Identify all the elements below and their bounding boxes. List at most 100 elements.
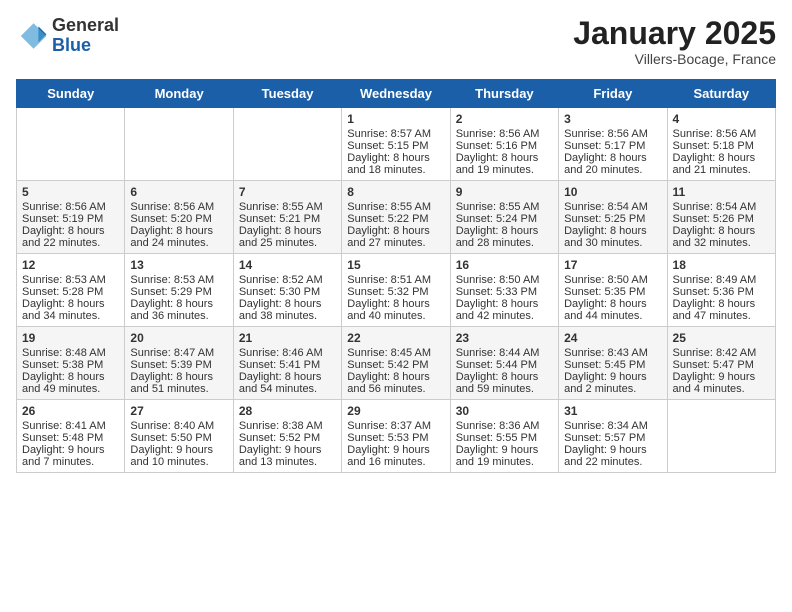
calendar-cell: 9Sunrise: 8:55 AMSunset: 5:24 PMDaylight… <box>450 181 558 254</box>
sunrise-text: Sunrise: 8:56 AM <box>673 128 757 140</box>
sunset-text: Sunset: 5:26 PM <box>673 213 754 225</box>
day-number: 20 <box>130 331 227 345</box>
calendar-cell: 18Sunrise: 8:49 AMSunset: 5:36 PMDayligh… <box>667 254 775 327</box>
sunset-text: Sunset: 5:41 PM <box>239 359 320 371</box>
sunrise-text: Sunrise: 8:56 AM <box>22 201 106 213</box>
sunset-text: Sunset: 5:18 PM <box>673 140 754 152</box>
calendar-week-1: 1Sunrise: 8:57 AMSunset: 5:15 PMDaylight… <box>17 108 776 181</box>
sunset-text: Sunset: 5:42 PM <box>347 359 428 371</box>
weekday-header-thursday: Thursday <box>450 80 558 108</box>
calendar-cell: 12Sunrise: 8:53 AMSunset: 5:28 PMDayligh… <box>17 254 125 327</box>
calendar-cell: 25Sunrise: 8:42 AMSunset: 5:47 PMDayligh… <box>667 327 775 400</box>
day-number: 14 <box>239 258 336 272</box>
daylight-text: Daylight: 8 hours and 24 minutes. <box>130 225 213 249</box>
day-number: 2 <box>456 112 553 126</box>
daylight-text: Daylight: 8 hours and 56 minutes. <box>347 371 430 395</box>
daylight-text: Daylight: 8 hours and 28 minutes. <box>456 225 539 249</box>
daylight-text: Daylight: 8 hours and 22 minutes. <box>22 225 105 249</box>
day-number: 24 <box>564 331 661 345</box>
sunrise-text: Sunrise: 8:45 AM <box>347 347 431 359</box>
sunrise-text: Sunrise: 8:50 AM <box>564 274 648 286</box>
day-number: 25 <box>673 331 770 345</box>
weekday-header-sunday: Sunday <box>17 80 125 108</box>
day-number: 12 <box>22 258 119 272</box>
sunrise-text: Sunrise: 8:53 AM <box>130 274 214 286</box>
sunset-text: Sunset: 5:53 PM <box>347 432 428 444</box>
daylight-text: Daylight: 8 hours and 27 minutes. <box>347 225 430 249</box>
calendar-cell: 26Sunrise: 8:41 AMSunset: 5:48 PMDayligh… <box>17 400 125 473</box>
sunrise-text: Sunrise: 8:41 AM <box>22 420 106 432</box>
calendar-cell: 2Sunrise: 8:56 AMSunset: 5:16 PMDaylight… <box>450 108 558 181</box>
sunrise-text: Sunrise: 8:34 AM <box>564 420 648 432</box>
day-number: 28 <box>239 404 336 418</box>
day-number: 18 <box>673 258 770 272</box>
month-title: January 2025 <box>573 16 776 51</box>
day-number: 1 <box>347 112 444 126</box>
sunrise-text: Sunrise: 8:56 AM <box>130 201 214 213</box>
calendar-cell <box>667 400 775 473</box>
day-number: 31 <box>564 404 661 418</box>
daylight-text: Daylight: 9 hours and 10 minutes. <box>130 444 213 468</box>
daylight-text: Daylight: 8 hours and 54 minutes. <box>239 371 322 395</box>
logo-text: General Blue <box>52 16 119 56</box>
calendar-cell: 19Sunrise: 8:48 AMSunset: 5:38 PMDayligh… <box>17 327 125 400</box>
logo-icon <box>16 20 48 52</box>
sunset-text: Sunset: 5:21 PM <box>239 213 320 225</box>
sunset-text: Sunset: 5:19 PM <box>22 213 103 225</box>
sunset-text: Sunset: 5:29 PM <box>130 286 211 298</box>
sunrise-text: Sunrise: 8:36 AM <box>456 420 540 432</box>
weekday-header-tuesday: Tuesday <box>233 80 341 108</box>
sunset-text: Sunset: 5:17 PM <box>564 140 645 152</box>
daylight-text: Daylight: 8 hours and 20 minutes. <box>564 152 647 176</box>
calendar-cell <box>17 108 125 181</box>
calendar-cell: 16Sunrise: 8:50 AMSunset: 5:33 PMDayligh… <box>450 254 558 327</box>
sunset-text: Sunset: 5:52 PM <box>239 432 320 444</box>
sunrise-text: Sunrise: 8:55 AM <box>239 201 323 213</box>
day-number: 5 <box>22 185 119 199</box>
sunset-text: Sunset: 5:32 PM <box>347 286 428 298</box>
day-number: 4 <box>673 112 770 126</box>
day-number: 27 <box>130 404 227 418</box>
calendar-cell: 27Sunrise: 8:40 AMSunset: 5:50 PMDayligh… <box>125 400 233 473</box>
daylight-text: Daylight: 8 hours and 18 minutes. <box>347 152 430 176</box>
sunset-text: Sunset: 5:50 PM <box>130 432 211 444</box>
day-number: 17 <box>564 258 661 272</box>
calendar-week-5: 26Sunrise: 8:41 AMSunset: 5:48 PMDayligh… <box>17 400 776 473</box>
sunrise-text: Sunrise: 8:55 AM <box>456 201 540 213</box>
sunrise-text: Sunrise: 8:43 AM <box>564 347 648 359</box>
calendar-cell <box>125 108 233 181</box>
daylight-text: Daylight: 8 hours and 25 minutes. <box>239 225 322 249</box>
day-number: 19 <box>22 331 119 345</box>
calendar-table: SundayMondayTuesdayWednesdayThursdayFrid… <box>16 79 776 473</box>
sunrise-text: Sunrise: 8:37 AM <box>347 420 431 432</box>
calendar-cell: 11Sunrise: 8:54 AMSunset: 5:26 PMDayligh… <box>667 181 775 254</box>
calendar-cell: 17Sunrise: 8:50 AMSunset: 5:35 PMDayligh… <box>559 254 667 327</box>
daylight-text: Daylight: 8 hours and 40 minutes. <box>347 298 430 322</box>
sunset-text: Sunset: 5:28 PM <box>22 286 103 298</box>
calendar-cell: 28Sunrise: 8:38 AMSunset: 5:52 PMDayligh… <box>233 400 341 473</box>
sunset-text: Sunset: 5:33 PM <box>456 286 537 298</box>
sunrise-text: Sunrise: 8:57 AM <box>347 128 431 140</box>
day-number: 7 <box>239 185 336 199</box>
day-number: 10 <box>564 185 661 199</box>
day-number: 21 <box>239 331 336 345</box>
logo: General Blue <box>16 16 119 56</box>
sunrise-text: Sunrise: 8:55 AM <box>347 201 431 213</box>
calendar-cell: 29Sunrise: 8:37 AMSunset: 5:53 PMDayligh… <box>342 400 450 473</box>
sunset-text: Sunset: 5:16 PM <box>456 140 537 152</box>
calendar-cell: 3Sunrise: 8:56 AMSunset: 5:17 PMDaylight… <box>559 108 667 181</box>
daylight-text: Daylight: 8 hours and 34 minutes. <box>22 298 105 322</box>
calendar-week-4: 19Sunrise: 8:48 AMSunset: 5:38 PMDayligh… <box>17 327 776 400</box>
calendar-cell: 24Sunrise: 8:43 AMSunset: 5:45 PMDayligh… <box>559 327 667 400</box>
daylight-text: Daylight: 8 hours and 44 minutes. <box>564 298 647 322</box>
weekday-header-saturday: Saturday <box>667 80 775 108</box>
daylight-text: Daylight: 9 hours and 16 minutes. <box>347 444 430 468</box>
calendar-cell: 6Sunrise: 8:56 AMSunset: 5:20 PMDaylight… <box>125 181 233 254</box>
sunrise-text: Sunrise: 8:50 AM <box>456 274 540 286</box>
day-number: 9 <box>456 185 553 199</box>
sunset-text: Sunset: 5:39 PM <box>130 359 211 371</box>
daylight-text: Daylight: 8 hours and 30 minutes. <box>564 225 647 249</box>
day-number: 8 <box>347 185 444 199</box>
calendar-cell: 20Sunrise: 8:47 AMSunset: 5:39 PMDayligh… <box>125 327 233 400</box>
weekday-header-wednesday: Wednesday <box>342 80 450 108</box>
